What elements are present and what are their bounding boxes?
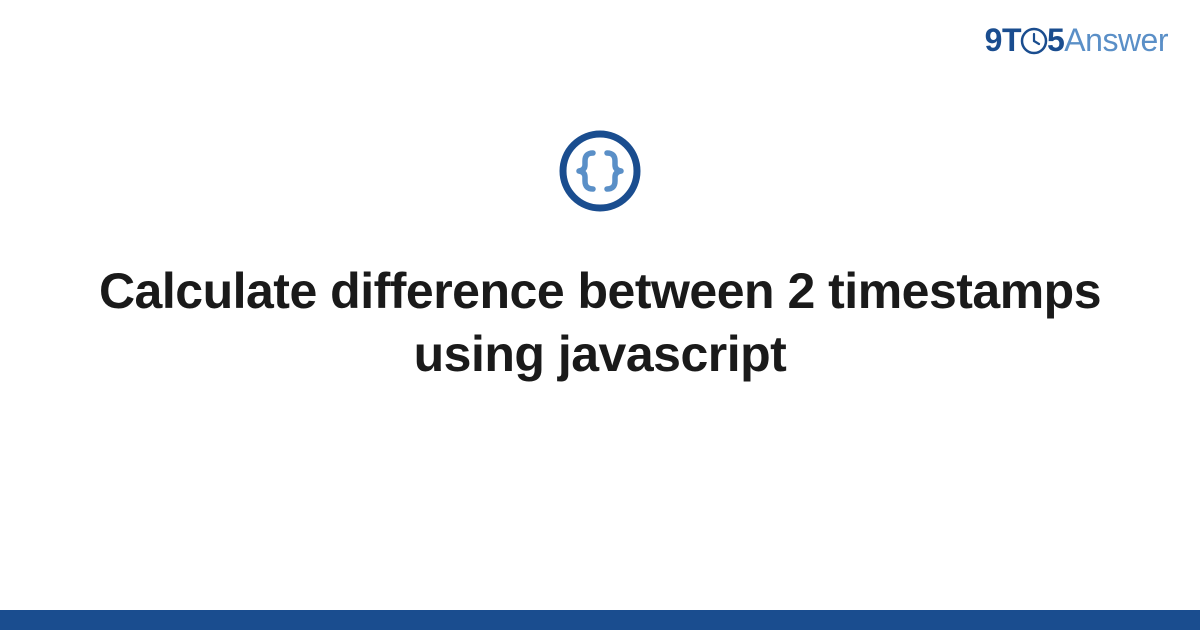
page-title: Calculate difference between 2 timestamp… [60,260,1140,385]
logo-text-answer: Answer [1064,22,1168,58]
logo-text-9t: 9T [985,22,1021,58]
main-content: Calculate difference between 2 timestamp… [0,130,1200,385]
footer-accent-bar [0,610,1200,630]
code-braces-icon [559,130,641,212]
logo-text-5: 5 [1047,22,1064,58]
site-logo: 9T 5Answer [985,22,1168,59]
clock-icon [1020,27,1048,55]
